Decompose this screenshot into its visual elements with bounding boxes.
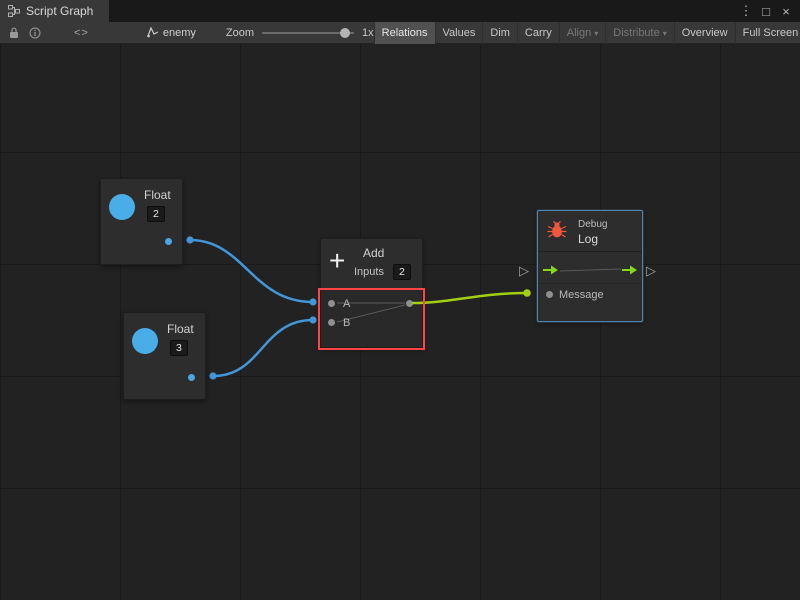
node-divider	[538, 283, 642, 284]
full-screen-button[interactable]: Full Screen	[735, 22, 800, 44]
wire-endpoint	[309, 316, 316, 323]
wire-float1-to-a[interactable]	[190, 240, 313, 302]
float-value-field[interactable]: 3	[170, 340, 188, 356]
flow-out-arrow-icon[interactable]	[622, 264, 638, 276]
chevron-down-icon: ▾	[663, 29, 667, 38]
script-graph-window: Script Graph ⋮ □ × <>	[0, 0, 800, 600]
float-value-field[interactable]: 2	[147, 206, 165, 222]
wire-float2-to-b[interactable]	[213, 320, 313, 376]
info-icon[interactable]	[24, 22, 46, 44]
distribute-button[interactable]: Distribute ▾	[605, 22, 673, 44]
chevron-down-icon: ▾	[594, 29, 598, 38]
graph-breadcrumb[interactable]: enemy	[147, 27, 196, 39]
align-button[interactable]: Align ▾	[559, 22, 605, 44]
wire-endpoint	[186, 236, 193, 243]
node-title: Add	[363, 246, 384, 260]
wire-endpoint	[209, 372, 216, 379]
graph-canvas[interactable]: Float 2 Float 3 + Add Inputs 2 A	[0, 44, 800, 600]
node-category: Debug	[578, 219, 607, 230]
values-button[interactable]: Values	[435, 22, 483, 44]
window-controls: ⋮ □ ×	[738, 0, 800, 22]
toolbar: <> enemy Zoom 1x Relations Values Dim Ca…	[0, 22, 800, 44]
graph-name-label: enemy	[163, 27, 196, 39]
inputs-count-field[interactable]: 2	[393, 264, 411, 280]
float-output-port[interactable]	[188, 374, 195, 381]
float-literal-icon	[109, 194, 135, 220]
tab-script-graph[interactable]: Script Graph	[0, 0, 109, 22]
add-icon: +	[329, 245, 345, 277]
flow-port-out-icon[interactable]: ▷	[646, 263, 656, 279]
node-title: Log	[578, 232, 598, 246]
zoom-label: Zoom	[226, 27, 254, 39]
maximize-icon[interactable]: □	[758, 4, 774, 19]
script-graph-icon	[8, 5, 20, 17]
node-title: Float	[144, 188, 171, 202]
dim-button[interactable]: Dim	[482, 22, 517, 44]
inputs-label: Inputs	[354, 266, 384, 278]
code-icon[interactable]: <>	[68, 27, 95, 39]
wire-endpoint	[523, 289, 531, 297]
node-title: Float	[167, 322, 194, 336]
tab-title: Script Graph	[26, 4, 93, 18]
lock-icon[interactable]	[4, 22, 24, 44]
wire-endpoint	[309, 298, 316, 305]
zoom-control: Zoom 1x	[226, 27, 374, 39]
float-node-2[interactable]: Float 3	[123, 312, 206, 400]
zoom-value: 1x	[362, 27, 374, 39]
float-output-port[interactable]	[165, 238, 172, 245]
more-icon[interactable]: ⋮	[738, 3, 754, 19]
cursor-icon	[147, 27, 158, 38]
debug-log-node[interactable]: Debug Log Message	[537, 210, 643, 322]
relations-button[interactable]: Relations	[374, 22, 435, 44]
titlebar: Script Graph ⋮ □ ×	[0, 0, 800, 22]
node-divider	[538, 251, 642, 252]
message-input-port[interactable]	[546, 291, 553, 298]
overview-button[interactable]: Overview	[674, 22, 735, 44]
carry-button[interactable]: Carry	[517, 22, 559, 44]
selection-rect	[318, 288, 425, 350]
toolbar-buttons: Relations Values Dim Carry Align ▾ Distr…	[374, 22, 800, 44]
float-literal-icon	[132, 328, 158, 354]
message-port-label: Message	[559, 289, 604, 301]
wire-add-to-message[interactable]	[412, 293, 527, 303]
float-node-1[interactable]: Float 2	[100, 178, 183, 265]
bug-icon	[546, 221, 568, 239]
flow-port-in-icon[interactable]: ▷	[519, 263, 529, 279]
zoom-slider-handle[interactable]	[340, 28, 350, 38]
close-icon[interactable]: ×	[778, 4, 794, 19]
zoom-slider[interactable]	[262, 28, 354, 38]
